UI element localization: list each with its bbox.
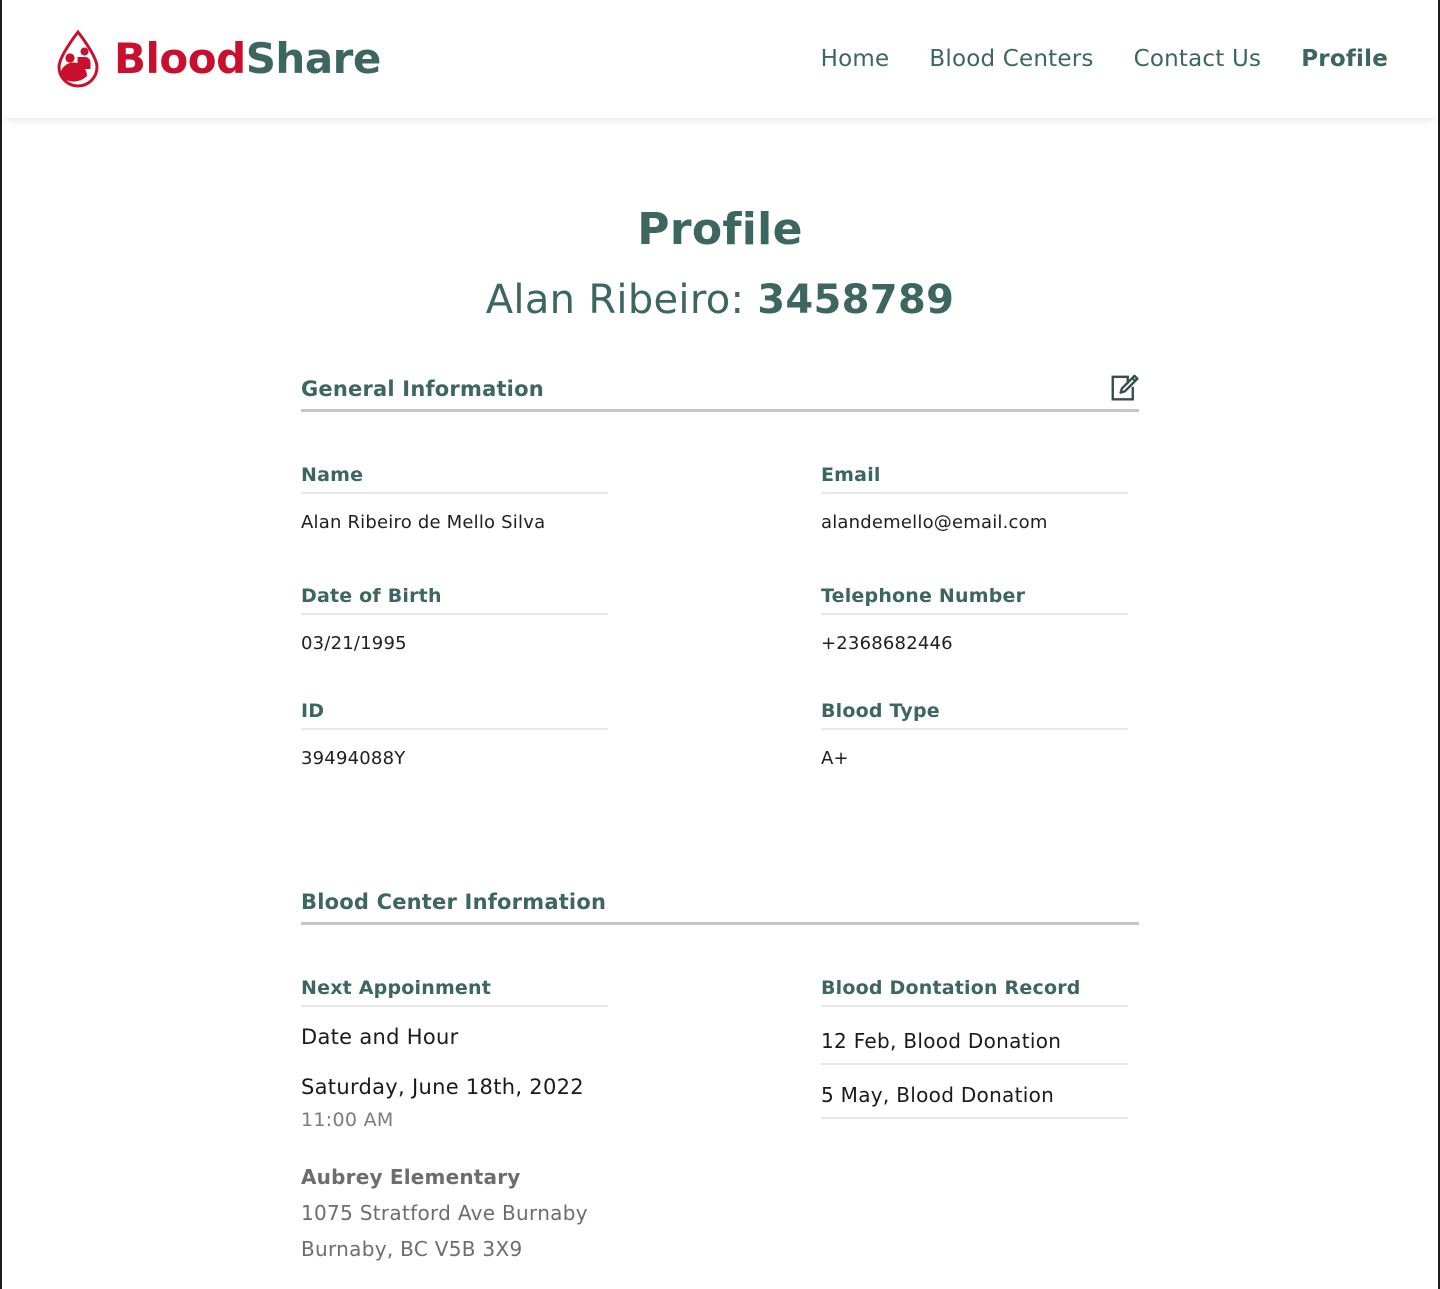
page-title: Profile	[637, 204, 803, 255]
brand-name-secondary: Share	[245, 34, 382, 83]
field-telephone-number: Telephone Number +2368682446	[821, 533, 1139, 654]
brand-name-primary: Blood	[114, 34, 246, 83]
field-id: ID 39494088Y	[301, 654, 821, 769]
donation-record-item[interactable]: 5 May, Blood Donation	[821, 1065, 1128, 1120]
field-email-label: Email	[821, 464, 1128, 494]
field-date-of-birth: Date of Birth 03/21/1995	[301, 533, 821, 654]
general-information-section: General Information Name Alan Ribeiro de…	[301, 373, 1139, 769]
general-information-title: General Information	[301, 376, 544, 401]
field-telephone-number-value: +2368682446	[821, 633, 953, 654]
general-information-header: General Information	[301, 373, 1139, 412]
next-appointment-subtitle: Date and Hour	[301, 1025, 459, 1050]
field-name: Name Alan Ribeiro de Mello Silva	[301, 412, 821, 533]
blood-center-address-line-2: Burnaby, BC V5B 3X9	[301, 1237, 523, 1262]
field-name-label: Name	[301, 464, 608, 494]
next-appointment-date: Saturday, June 18th, 2022	[301, 1075, 584, 1100]
nav-item-home[interactable]: Home	[821, 46, 890, 72]
brand-logo[interactable]: BloodShare	[52, 30, 381, 88]
field-telephone-number-label: Telephone Number	[821, 585, 1128, 615]
donation-record-block: Blood Dontation Record 12 Feb, Blood Don…	[821, 925, 1139, 1261]
field-blood-type-label: Blood Type	[821, 700, 1128, 730]
field-id-label: ID	[301, 700, 608, 730]
blood-center-fields: Next Appoinment Date and Hour Saturday, …	[301, 925, 1139, 1261]
next-appointment-block: Next Appoinment Date and Hour Saturday, …	[301, 925, 821, 1261]
blood-center-address-line-1: 1075 Stratford Ave Burnaby	[301, 1201, 588, 1226]
profile-content: General Information Name Alan Ribeiro de…	[301, 323, 1139, 1261]
field-blood-type-value: A+	[821, 748, 849, 769]
main-navigation: Home Blood Centers Contact Us Profile	[821, 46, 1388, 72]
donation-record-item[interactable]: 12 Feb, Blood Donation	[821, 1007, 1128, 1066]
donation-record-label: Blood Dontation Record	[821, 977, 1128, 1008]
next-appointment-time: 11:00 AM	[301, 1109, 394, 1132]
field-blood-type: Blood Type A+	[821, 654, 1139, 769]
field-name-value: Alan Ribeiro de Mello Silva	[301, 512, 546, 533]
page-root: BloodShare Home Blood Centers Contact Us…	[0, 0, 1440, 1289]
page-subtitle: Alan Ribeiro: 3458789	[2, 255, 1438, 323]
field-date-of-birth-value: 03/21/1995	[301, 633, 407, 654]
next-appointment-label: Next Appoinment	[301, 977, 608, 1008]
nav-item-profile[interactable]: Profile	[1301, 46, 1388, 72]
subject-name: Alan Ribeiro:	[485, 277, 758, 323]
edit-pencil-square-icon[interactable]	[1109, 373, 1139, 403]
blood-center-information-header: Blood Center Information	[301, 890, 1139, 926]
field-email-value: alandemello@email.com	[821, 512, 1048, 533]
brand-wordmark: BloodShare	[114, 38, 381, 80]
blood-center-information-title: Blood Center Information	[301, 890, 607, 914]
blood-center-information-section: Blood Center Information Next Appoinment…	[301, 890, 1139, 1261]
blood-center-name: Aubrey Elementary	[301, 1165, 521, 1190]
general-information-fields: Name Alan Ribeiro de Mello Silva Email a…	[301, 412, 1139, 769]
field-date-of-birth-label: Date of Birth	[301, 585, 608, 615]
nav-item-contact-us[interactable]: Contact Us	[1134, 46, 1262, 72]
field-id-value: 39494088Y	[301, 748, 406, 769]
nav-item-blood-centers[interactable]: Blood Centers	[929, 46, 1093, 72]
field-email: Email alandemello@email.com	[821, 412, 1139, 533]
site-header: BloodShare Home Blood Centers Contact Us…	[2, 0, 1438, 118]
subject-id: 3458789	[757, 277, 955, 323]
blood-drop-people-icon	[57, 30, 99, 88]
